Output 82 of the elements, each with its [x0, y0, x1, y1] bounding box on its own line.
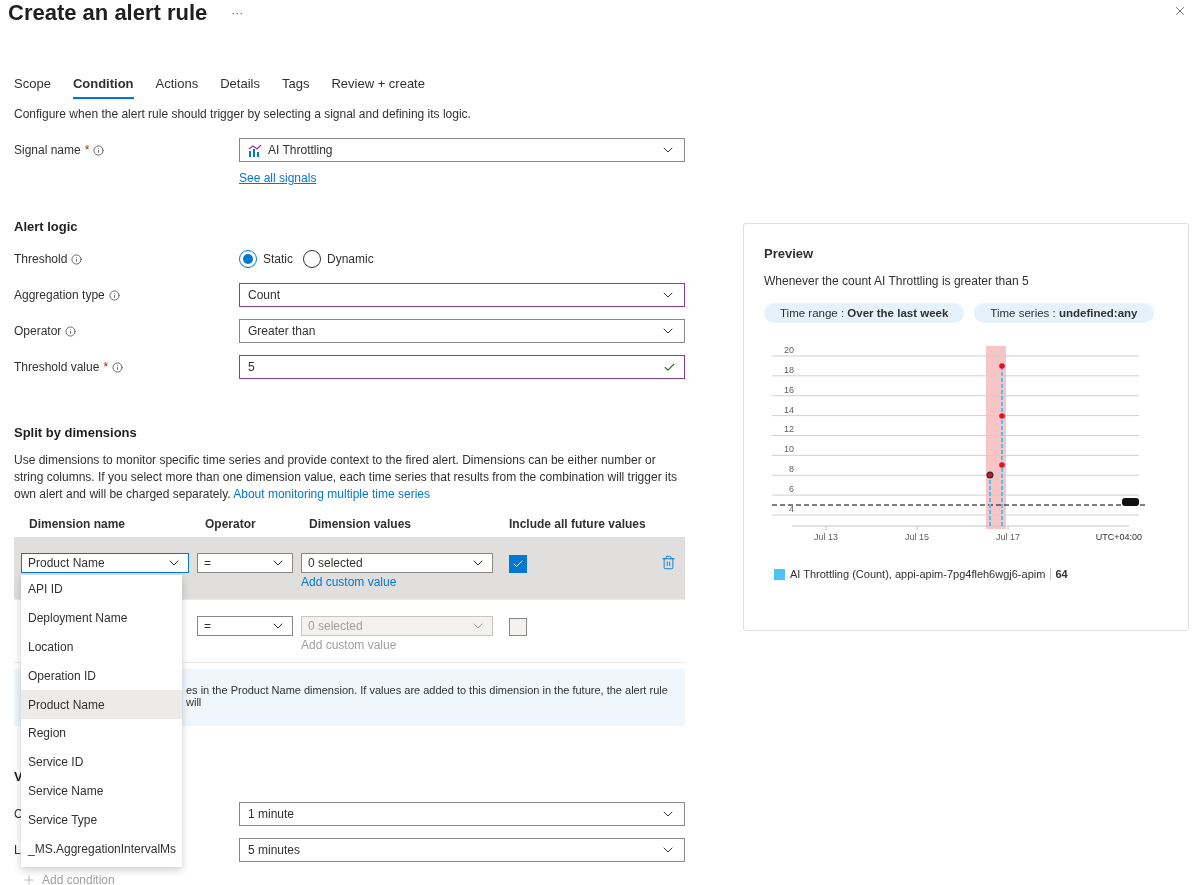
see-all-signals-link[interactable]: See all signals [239, 171, 317, 185]
dropdown-option[interactable]: API ID [21, 575, 182, 604]
check-icon [512, 558, 524, 570]
field-label: L [14, 843, 21, 857]
section-heading: Split by dimensions [14, 425, 138, 440]
dimension-select[interactable]: Product Name [21, 553, 189, 573]
tab[interactable]: Review + create [331, 74, 425, 99]
intro-text: Configure when the alert rule should trigger by selecting a signal and defining its logic. [14, 106, 472, 123]
plus-icon [22, 873, 36, 885]
values-select[interactable]: 0 selected [301, 553, 493, 573]
dropdown-option[interactable]: _MS.AggregationIntervalMs [21, 834, 182, 863]
y-tick-label: 10 [784, 444, 794, 455]
add-custom-value-link[interactable]: Add custom value [301, 575, 493, 589]
info-icon[interactable] [65, 325, 77, 337]
dropdown-option[interactable]: Service Name [21, 776, 182, 806]
about-link[interactable]: About monitoring multiple time series [233, 487, 430, 501]
delete-icon[interactable] [661, 555, 676, 570]
info-icon[interactable] [108, 289, 120, 301]
field-label: Threshold [14, 252, 68, 266]
legend-value: 64 [1050, 568, 1068, 580]
input-field[interactable]: 5 [239, 355, 685, 379]
page-title: Create an alert rule [8, 0, 208, 26]
data-point [999, 413, 1005, 419]
y-tick-label: 14 [784, 404, 794, 415]
data-point [999, 462, 1005, 468]
preview-title: Preview [764, 246, 815, 261]
dropdown-option[interactable]: Operation ID [21, 661, 182, 691]
dropdown-option[interactable]: Deployment Name [21, 603, 182, 633]
y-tick-label: 12 [784, 424, 794, 435]
info-icon[interactable] [112, 361, 124, 373]
marker-icon [1122, 498, 1139, 506]
select-field[interactable]: 5 minutes [239, 838, 685, 862]
y-tick-label: 20 [784, 344, 794, 355]
dropdown-option[interactable]: Service Type [21, 805, 182, 835]
column-header: Dimension values [309, 517, 413, 531]
operator-select[interactable]: = [197, 553, 293, 573]
chart-icon [248, 143, 262, 157]
select-field[interactable]: 1 minute [239, 802, 685, 826]
y-tick-label: 6 [789, 484, 794, 495]
tab[interactable]: Condition [72, 74, 134, 99]
signal-select[interactable]: AI Throttling [239, 138, 685, 162]
radio-option[interactable]: Static [239, 250, 293, 268]
radio-option[interactable]: Dynamic [303, 250, 374, 268]
y-tick-label: 8 [789, 464, 794, 475]
y-tick-label: 18 [784, 364, 794, 375]
dropdown-option[interactable]: Region [21, 719, 182, 748]
tab[interactable]: Details [220, 74, 260, 99]
filter-pill: Time series : undefined:any [974, 303, 1154, 323]
x-tick-label: Jul 13 [814, 532, 838, 542]
column-header: Dimension name [29, 517, 127, 531]
legend-label: AI Throttling (Count), appi-apim-7pg4fleh6wgj6-apim [790, 568, 1046, 580]
y-tick-label: 4 [789, 504, 794, 514]
field-label: Aggregation type [14, 288, 105, 302]
preview-summary: Whenever the count AI Throttling is greater than 5 [764, 274, 1030, 288]
info-icon[interactable] [93, 144, 105, 156]
tab[interactable]: Actions [155, 74, 199, 99]
field-label: Operator [14, 324, 62, 338]
tab[interactable]: Scope [14, 74, 51, 99]
x-tick-label: Jul 15 [905, 532, 929, 542]
data-point [986, 471, 994, 479]
more-options[interactable]: ··· [231, 6, 244, 20]
column-header: Operator [205, 517, 257, 531]
dropdown-option[interactable]: Product Name [21, 690, 182, 719]
data-point [999, 363, 1005, 369]
description-text: Use dimensions to monitor specific time series and provide context to the fired alert. Dimensions can be either number or string columns. If you select more than one dimension value, each time series that results from the combination will trigger its own alert and will be charged separately. About monitoring multiple time series [14, 452, 678, 503]
timezone-label: UTC+04:00 [1095, 532, 1142, 542]
required-mark: * [84, 143, 90, 157]
select-field[interactable]: Greater than [239, 319, 685, 343]
column-header: Include all future values [509, 517, 647, 531]
required-mark: * [103, 360, 109, 374]
select-field[interactable]: Count [239, 283, 685, 307]
dropdown-option[interactable]: Location [21, 632, 182, 662]
x-tick-label: Jul 17 [996, 532, 1020, 542]
section-heading: Alert logic [14, 219, 79, 234]
field-label: Signal name [14, 143, 81, 157]
field-label: Threshold value [14, 360, 100, 374]
y-tick-label: 16 [784, 384, 794, 395]
dropdown-option[interactable]: Service ID [21, 747, 182, 777]
tab[interactable]: Tags [281, 74, 310, 99]
checkbox[interactable] [509, 555, 527, 573]
info-icon[interactable] [71, 253, 83, 265]
filter-pill: Time range : Over the last week [764, 303, 965, 323]
